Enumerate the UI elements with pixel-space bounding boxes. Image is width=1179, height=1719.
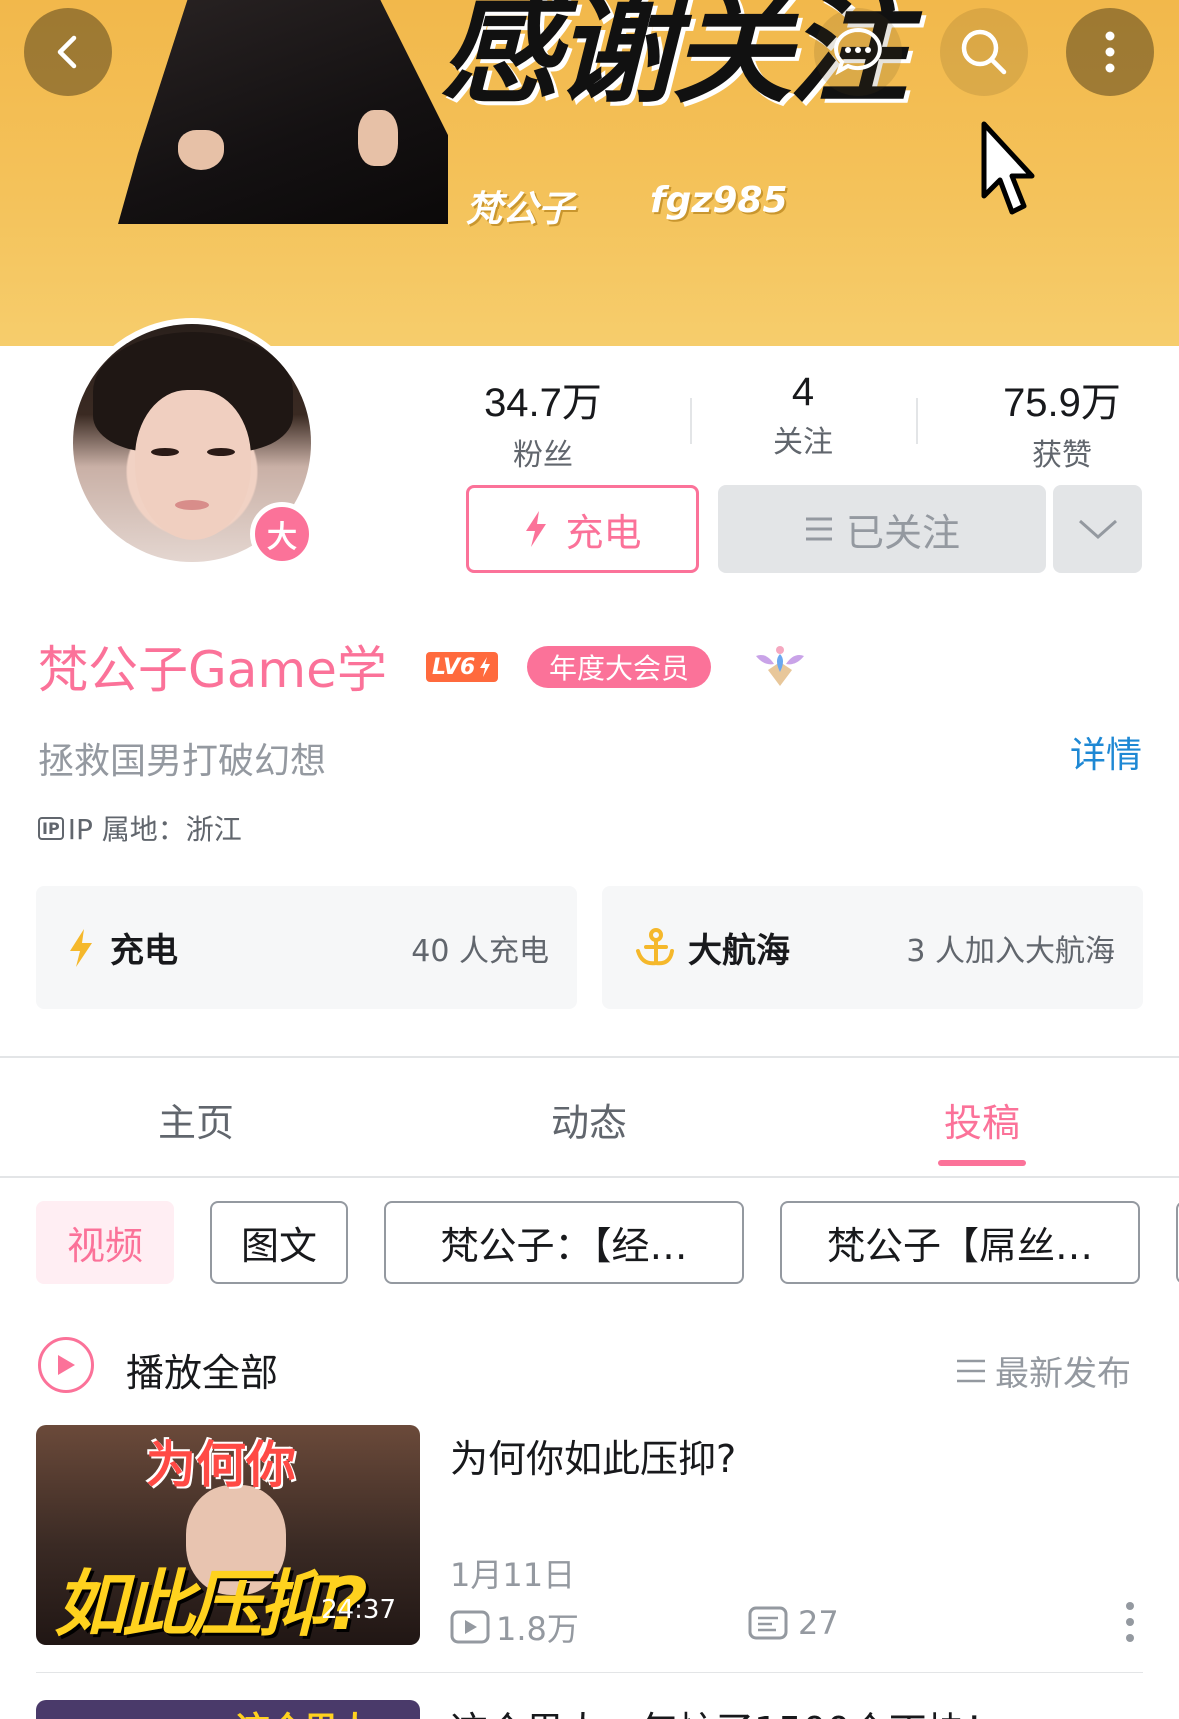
vip-badge: 年度大会员: [527, 646, 712, 688]
play-count-icon: [450, 1610, 490, 1644]
stat-following-label: 关注: [773, 425, 833, 460]
stat-fans-label: 粉丝: [513, 438, 573, 473]
chat-bubble-icon: [834, 27, 882, 76]
video-date: 1月11日: [450, 1556, 576, 1594]
guard-card-title: 大航海: [688, 931, 790, 971]
charge-card-title: 充电: [110, 931, 178, 971]
banner-sign-name: 梵公子: [466, 189, 575, 230]
followed-button[interactable]: 已关注: [718, 485, 1046, 573]
detail-link[interactable]: 详情: [1070, 726, 1142, 778]
stat-fans[interactable]: 34.7万 粉丝: [473, 370, 613, 474]
thumbnail-top-text: 这个男人: [236, 1702, 372, 1719]
video-thumbnail[interactable]: 这个男人: [36, 1700, 420, 1719]
profile-signature: 拯救国男打破幻想: [38, 741, 327, 782]
anchor-icon: [636, 927, 674, 965]
stat-likes[interactable]: 75.9万 获赞: [992, 370, 1132, 474]
mouse-cursor-icon: [981, 121, 1035, 215]
banner-sign-id: fgz985: [650, 180, 788, 221]
lightning-icon: [70, 928, 92, 967]
ip-location-text: IP 属地：浙江: [67, 813, 242, 846]
video-comments-value: 27: [798, 1604, 839, 1642]
sort-label: 最新发布: [995, 1354, 1131, 1394]
stat-following[interactable]: 4 关注: [753, 370, 853, 461]
charge-button-label: 充电: [565, 510, 642, 555]
follow-options-button[interactable]: [1053, 485, 1142, 573]
level-badge-label: LV6: [432, 654, 476, 680]
menu-lines-icon: [805, 517, 832, 541]
more-button[interactable]: [1066, 8, 1154, 96]
banner-person-image: [118, 0, 448, 224]
video-thumbnail[interactable]: 为何你 如此压抑? 24:37: [36, 1425, 420, 1645]
menu-lines-icon: [957, 1359, 985, 1382]
video-comments: 27: [748, 1604, 839, 1642]
followed-button-label: 已关注: [845, 510, 960, 555]
video-plays: 1.8万: [450, 1604, 579, 1650]
charge-card-count: 40 人充电: [411, 933, 549, 969]
play-icon: [58, 1355, 75, 1375]
search-icon: [961, 29, 1007, 75]
charge-button[interactable]: 充电: [466, 485, 699, 573]
ip-icon: IP: [38, 816, 64, 840]
list-divider: [36, 1672, 1143, 1673]
level-badge: LV6: [426, 652, 499, 682]
thumbnail-top-text: 为何你: [146, 1436, 296, 1494]
back-button[interactable]: [24, 8, 112, 96]
tab-uploads[interactable]: 投稿: [882, 1092, 1082, 1147]
video-title[interactable]: 这个男人，年忙了1500个丁块！: [450, 1700, 1003, 1719]
filter-article[interactable]: 图文: [210, 1201, 348, 1284]
message-button[interactable]: [814, 8, 902, 96]
stat-divider: [916, 398, 918, 444]
ip-location: IP IP 属地：浙江: [38, 808, 242, 848]
fan-medal-icon: [756, 646, 804, 686]
vertical-dots-icon: [1105, 31, 1115, 73]
filter-video[interactable]: 视频: [36, 1201, 174, 1284]
stat-likes-label: 获赞: [1032, 438, 1092, 473]
danmaku-icon: [748, 1606, 788, 1640]
tab-active-indicator: [938, 1160, 1026, 1166]
lightning-icon: [480, 657, 491, 677]
stat-following-value: 4: [791, 370, 815, 414]
verified-badge: 大: [250, 502, 314, 566]
stat-fans-value: 34.7万: [484, 381, 602, 425]
video-title[interactable]: 为何你如此压抑?: [450, 1428, 736, 1483]
tab-home[interactable]: 主页: [96, 1092, 296, 1147]
section-divider: [0, 1056, 1179, 1058]
thumbnail-bottom-text: 如此压抑?: [54, 1562, 368, 1645]
video-more-icon[interactable]: [1124, 1600, 1136, 1644]
play-all-icon[interactable]: [38, 1337, 94, 1393]
stat-divider: [690, 398, 692, 444]
tabs-divider: [0, 1176, 1179, 1178]
search-button[interactable]: [940, 8, 1028, 96]
guard-card-count: 3 人加入大航海: [906, 933, 1115, 969]
stat-likes-value: 75.9万: [1003, 381, 1121, 425]
guard-card[interactable]: 大航海 3 人加入大航海: [602, 886, 1143, 1009]
profile-name: 梵公子Game学: [38, 641, 387, 699]
chevron-down-icon: [1078, 519, 1117, 540]
tab-dynamic[interactable]: 动态: [489, 1092, 689, 1147]
chevron-left-icon: [57, 35, 77, 69]
charge-card[interactable]: 充电 40 人充电: [36, 886, 577, 1009]
video-duration: 24:37: [321, 1595, 396, 1625]
video-plays-value: 1.8万: [496, 1610, 579, 1648]
play-all-button[interactable]: 播放全部: [126, 1342, 278, 1397]
sort-button[interactable]: 最新发布: [955, 1346, 1131, 1395]
lightning-icon: [526, 511, 547, 547]
filter-collection-2[interactable]: 梵公子【屌丝…: [780, 1201, 1140, 1284]
filter-collection-1[interactable]: 梵公子：【经…: [384, 1201, 744, 1284]
